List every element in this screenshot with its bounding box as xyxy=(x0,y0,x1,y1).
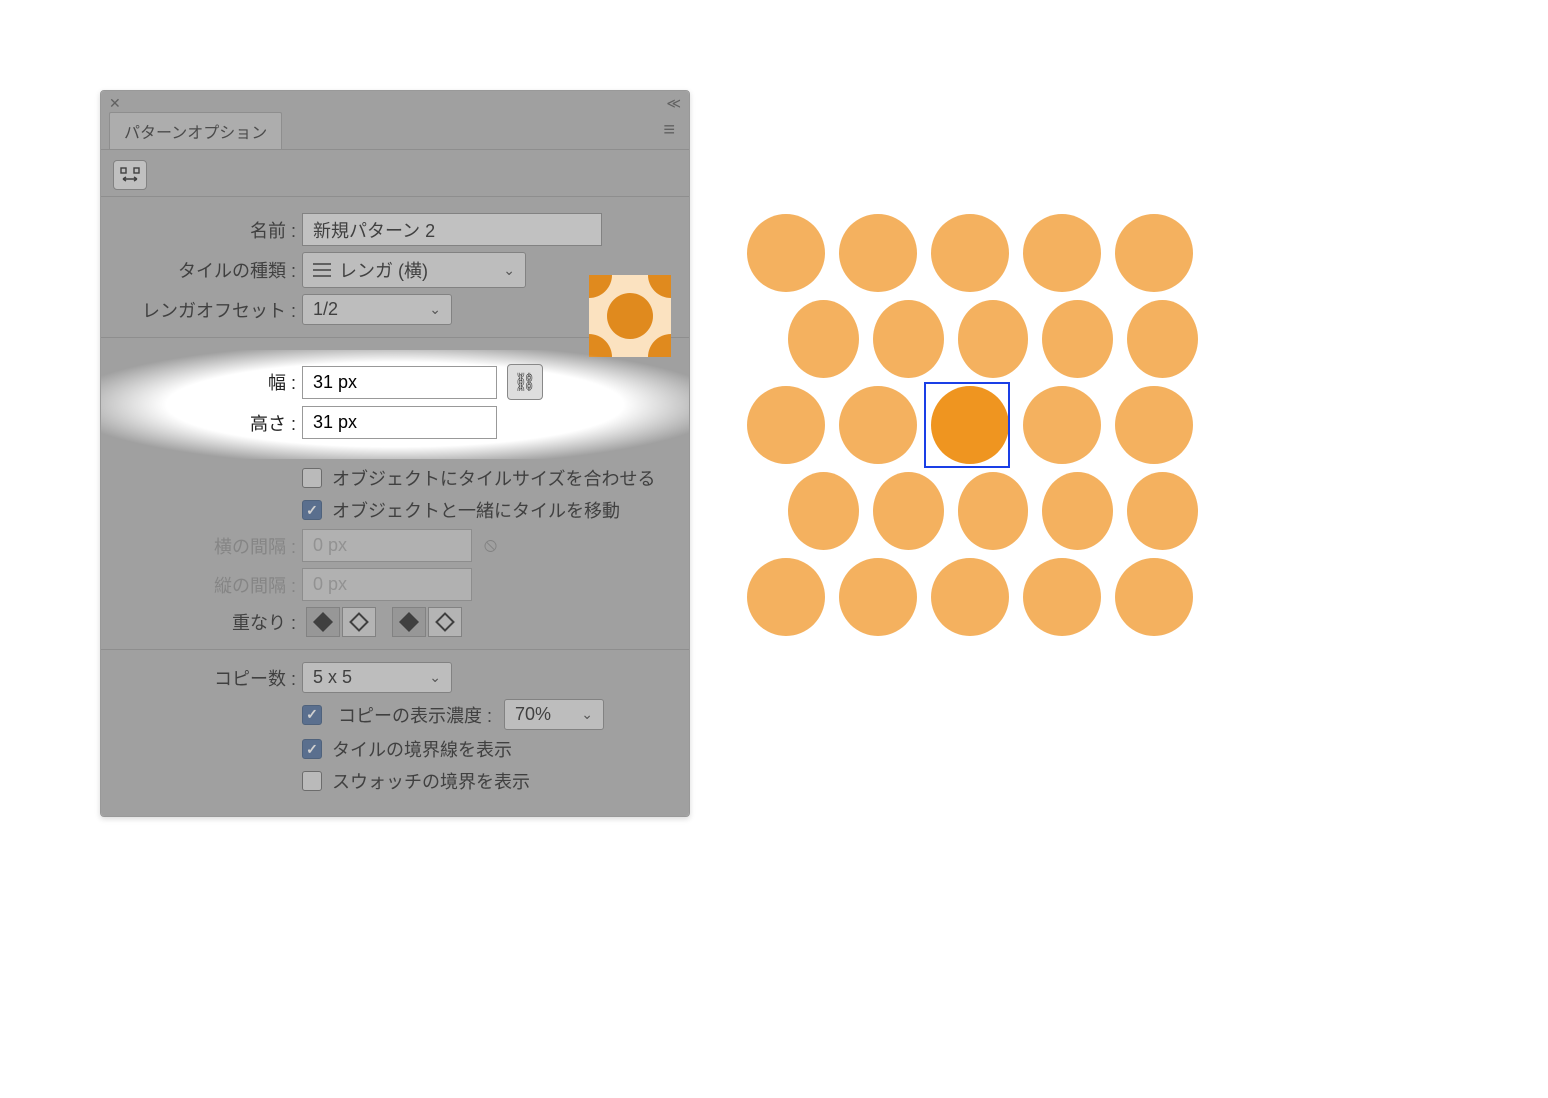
diamond-icon xyxy=(349,612,369,632)
height-label: 高さ : xyxy=(117,410,302,436)
opacity-checkbox[interactable] xyxy=(302,705,322,725)
show-tile-edge-checkbox[interactable] xyxy=(302,739,322,759)
tab-pattern-options[interactable]: パターンオプション xyxy=(109,112,282,149)
center-tile-object[interactable] xyxy=(931,386,1009,464)
opacity-label: コピーの表示濃度 : xyxy=(338,702,492,728)
panel-titlebar: ✕ ≪ xyxy=(101,91,689,112)
name-input[interactable] xyxy=(302,213,602,246)
overlap-label: 重なり : xyxy=(117,609,302,635)
copies-select[interactable]: 5 x 5 ⌄ xyxy=(302,662,452,693)
diamond-icon xyxy=(399,612,419,632)
tiletype-label: タイルの種類 : xyxy=(117,257,302,283)
offset-label: レンガオフセット : xyxy=(117,297,302,323)
move-tile-checkbox[interactable] xyxy=(302,500,322,520)
pattern-swatch-preview xyxy=(589,275,671,357)
width-label: 幅 : xyxy=(117,369,302,395)
height-input[interactable] xyxy=(302,406,497,439)
overlap-group xyxy=(306,607,462,637)
panel-menu-icon[interactable]: ≡ xyxy=(657,115,681,146)
tab-row: パターンオプション ≡ xyxy=(101,112,689,150)
width-input[interactable] xyxy=(302,366,497,399)
tab-label: パターンオプション xyxy=(124,125,267,142)
chevron-down-icon: ⌄ xyxy=(503,262,515,279)
close-icon[interactable]: ✕ xyxy=(109,95,121,112)
canvas-preview xyxy=(735,210,1205,640)
opacity-select[interactable]: 70% ⌄ xyxy=(504,699,604,730)
overlap-right-front[interactable] xyxy=(342,607,376,637)
chevron-down-icon: ⌄ xyxy=(581,706,593,723)
brick-icon xyxy=(313,263,331,277)
tile-edit-button[interactable] xyxy=(113,160,147,190)
fit-tile-label: オブジェクトにタイルサイズを合わせる xyxy=(332,465,655,491)
show-swatch-bounds-checkbox[interactable] xyxy=(302,771,322,791)
hgap-input xyxy=(302,529,472,562)
chevron-down-icon: ⌄ xyxy=(429,669,441,686)
copies-value: 5 x 5 xyxy=(313,667,352,688)
overlap-left-front[interactable] xyxy=(306,607,340,637)
link-size-button[interactable]: ⛓ xyxy=(507,364,543,400)
offset-value: 1/2 xyxy=(313,299,338,320)
unlink-icon: ⦸ xyxy=(484,534,497,557)
tiletype-value: レンガ (横) xyxy=(339,257,495,283)
panel-toolbar xyxy=(101,150,689,197)
show-tile-edge-label: タイルの境界線を表示 xyxy=(332,736,512,762)
diamond-icon xyxy=(435,612,455,632)
overlap-top-front[interactable] xyxy=(392,607,426,637)
collapse-icon[interactable]: ≪ xyxy=(666,95,681,112)
opacity-value: 70% xyxy=(515,704,551,725)
hgap-label: 横の間隔 : xyxy=(117,533,302,559)
show-swatch-bounds-label: スウォッチの境界を表示 xyxy=(332,768,530,794)
name-label: 名前 : xyxy=(117,217,302,243)
fit-tile-checkbox[interactable] xyxy=(302,468,322,488)
move-tile-label: オブジェクトと一緒にタイルを移動 xyxy=(332,497,620,523)
vgap-input xyxy=(302,568,472,601)
link-icon: ⛓ xyxy=(514,372,537,393)
vgap-label: 縦の間隔 : xyxy=(117,572,302,598)
offset-select[interactable]: 1/2 ⌄ xyxy=(302,294,452,325)
diamond-icon xyxy=(313,612,333,632)
copies-label: コピー数 : xyxy=(117,665,302,691)
chevron-down-icon: ⌄ xyxy=(429,301,441,318)
overlap-bottom-front[interactable] xyxy=(428,607,462,637)
pattern-options-panel: ✕ ≪ パターンオプション ≡ 名前 : タイルの種類 : レンガ (横) xyxy=(100,90,690,817)
tiletype-select[interactable]: レンガ (横) ⌄ xyxy=(302,252,526,288)
size-highlight: 幅 : ⛓ 高さ : xyxy=(101,350,689,459)
